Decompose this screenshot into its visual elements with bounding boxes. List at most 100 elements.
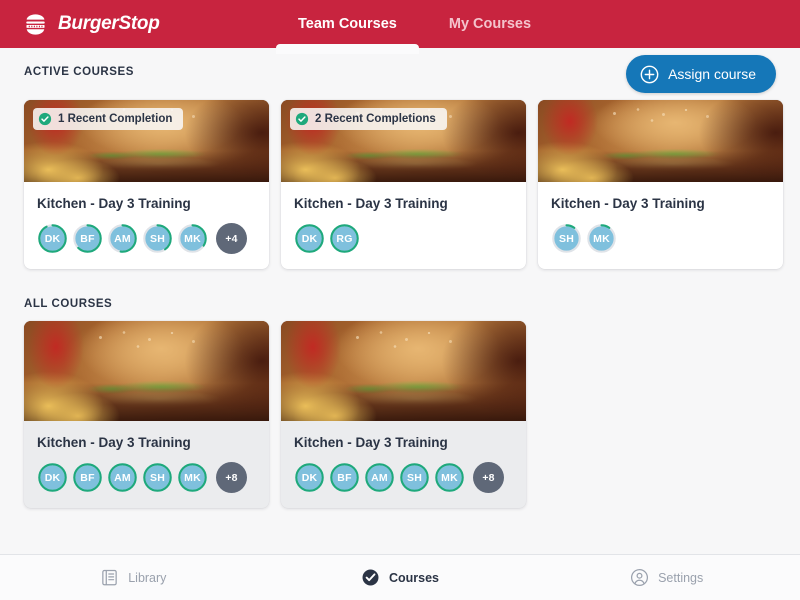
recent-completion-badge: 2 Recent Completions: [290, 108, 447, 130]
avatar-overflow-disc: [473, 462, 504, 493]
course-card[interactable]: Kitchen - Day 3 Training DK BF AM SH MK +8: [24, 321, 269, 508]
learner-avatar[interactable]: AM: [364, 462, 395, 493]
course-card-title: Kitchen - Day 3 Training: [37, 196, 191, 211]
avatar-progress-ring: [108, 224, 137, 253]
nav-item-courses-label: Courses: [388, 570, 440, 585]
learner-avatar[interactable]: MK: [177, 223, 208, 254]
assign-course-button[interactable]: Assign course: [626, 55, 776, 93]
book-icon: [102, 569, 117, 586]
avatar-overflow-disc: [216, 223, 247, 254]
sesame-seeds: [601, 104, 739, 133]
learner-avatar-group: DK BF AM SH MK +8: [294, 462, 513, 493]
header-tabs: Team Courses My Courses: [272, 0, 557, 54]
avatar-progress-ring: [587, 224, 616, 253]
learner-avatar[interactable]: DK: [37, 462, 68, 493]
avatar-progress-ring: [73, 463, 102, 492]
course-card[interactable]: Kitchen - Day 3 Training DK BF AM SH MK +8: [281, 321, 526, 508]
avatar-progress-ring: [38, 224, 67, 253]
all-courses-card-list: Kitchen - Day 3 Training DK BF AM SH MK +8 Ki…: [24, 321, 776, 508]
course-card-image: 1 Recent Completion: [24, 100, 269, 182]
course-card[interactable]: 2 Recent Completions Kitchen - Day 3 Tra…: [281, 100, 526, 269]
avatar-progress-ring: [295, 463, 324, 492]
avatar-progress-ring: [108, 463, 137, 492]
burger-photo: [281, 321, 526, 421]
course-card-title: Kitchen - Day 3 Training: [551, 196, 705, 211]
learner-avatar[interactable]: DK: [294, 462, 325, 493]
learner-avatar[interactable]: MK: [434, 462, 465, 493]
avatar-progress-ring: [400, 463, 429, 492]
avatar-progress-ring: [143, 224, 172, 253]
course-card[interactable]: Kitchen - Day 3 Training SH MK: [538, 100, 783, 269]
section-title-all-courses: ALL COURSES: [24, 298, 113, 310]
tab-my-courses-label: My Courses: [448, 16, 532, 32]
learner-avatar[interactable]: DK: [37, 223, 68, 254]
avatar-progress-ring: [435, 463, 464, 492]
check-circle-icon: [295, 112, 309, 126]
tab-my-courses[interactable]: My Courses: [423, 0, 557, 48]
course-card-image: [538, 100, 783, 182]
recent-completion-badge: 1 Recent Completion: [33, 108, 184, 130]
course-card-body: Kitchen - Day 3 Training DK BF AM SH MK +8: [281, 421, 526, 508]
learner-avatar[interactable]: SH: [142, 462, 173, 493]
avatar-progress-ring: [365, 463, 394, 492]
learner-avatar[interactable]: MK: [586, 223, 617, 254]
course-card-title: Kitchen - Day 3 Training: [37, 435, 191, 450]
nav-item-settings-label: Settings: [658, 570, 704, 585]
burger-photo: [538, 100, 783, 182]
learner-avatar[interactable]: SH: [551, 223, 582, 254]
course-card-body: Kitchen - Day 3 Training DK BF AM SH MK +4: [24, 182, 269, 269]
learner-avatar-group: DK BF AM SH MK +4: [37, 223, 256, 254]
course-card-image: [281, 321, 526, 421]
assign-course-label: Assign course: [668, 66, 756, 82]
learner-avatar[interactable]: MK: [177, 462, 208, 493]
check-circle-icon: [38, 112, 52, 126]
all-courses-header-row: ALL COURSES: [24, 287, 776, 321]
section-title-active-courses: ACTIVE COURSES: [24, 66, 134, 78]
course-card-body: Kitchen - Day 3 Training DK RG: [281, 182, 526, 269]
learner-avatar[interactable]: DK: [294, 223, 325, 254]
app-header: BurgerStop Team Courses My Courses: [0, 0, 800, 54]
nav-item-settings[interactable]: Settings: [533, 568, 800, 587]
burger-photo: [24, 321, 269, 421]
avatar-overflow-disc: [216, 462, 247, 493]
learner-avatar[interactable]: BF: [72, 223, 103, 254]
avatar-progress-ring: [552, 224, 581, 253]
learner-avatar[interactable]: AM: [107, 462, 138, 493]
bottom-navigation: Library Courses Settings: [0, 554, 800, 600]
avatar-progress-ring: [295, 224, 324, 253]
burger-logo-icon: [26, 13, 45, 35]
active-courses-header-row: ACTIVE COURSES Assign course: [24, 48, 776, 100]
avatar-overflow-count[interactable]: +4: [216, 223, 247, 254]
avatar-progress-ring: [178, 463, 207, 492]
brand: BurgerStop: [0, 0, 272, 48]
nav-item-library-label: Library: [128, 570, 167, 585]
avatar-overflow-count[interactable]: +8: [216, 462, 247, 493]
learner-avatar[interactable]: AM: [107, 223, 138, 254]
learner-avatar[interactable]: BF: [72, 462, 103, 493]
recent-completion-badge-label: 2 Recent Completions: [315, 113, 436, 125]
avatar-progress-ring: [330, 224, 359, 253]
avatar-progress-ring: [143, 463, 172, 492]
learner-avatar[interactable]: SH: [142, 223, 173, 254]
avatar-progress-ring: [178, 224, 207, 253]
avatar-overflow-count[interactable]: +8: [473, 462, 504, 493]
course-card-title: Kitchen - Day 3 Training: [294, 435, 448, 450]
course-card[interactable]: 1 Recent Completion Kitchen - Day 3 Trai…: [24, 100, 269, 269]
course-card-image: 2 Recent Completions: [281, 100, 526, 182]
account-circle-icon: [631, 568, 649, 587]
tab-team-courses-label: Team Courses: [298, 16, 397, 32]
learner-avatar[interactable]: BF: [329, 462, 360, 493]
learner-avatar[interactable]: SH: [399, 462, 430, 493]
avatar-progress-ring: [73, 224, 102, 253]
tab-team-courses[interactable]: Team Courses: [272, 0, 423, 54]
course-card-image: [24, 321, 269, 421]
active-courses-card-list: 1 Recent Completion Kitchen - Day 3 Trai…: [24, 100, 783, 269]
sesame-seeds: [87, 327, 225, 361]
learner-avatar-group: SH MK: [551, 223, 770, 254]
learner-avatar[interactable]: RG: [329, 223, 360, 254]
nav-item-library[interactable]: Library: [0, 568, 267, 587]
brand-name: BurgerStop: [58, 13, 160, 34]
nav-item-courses[interactable]: Courses: [267, 568, 534, 587]
check-circle-filled-icon: [362, 569, 379, 586]
avatar-progress-ring: [330, 463, 359, 492]
